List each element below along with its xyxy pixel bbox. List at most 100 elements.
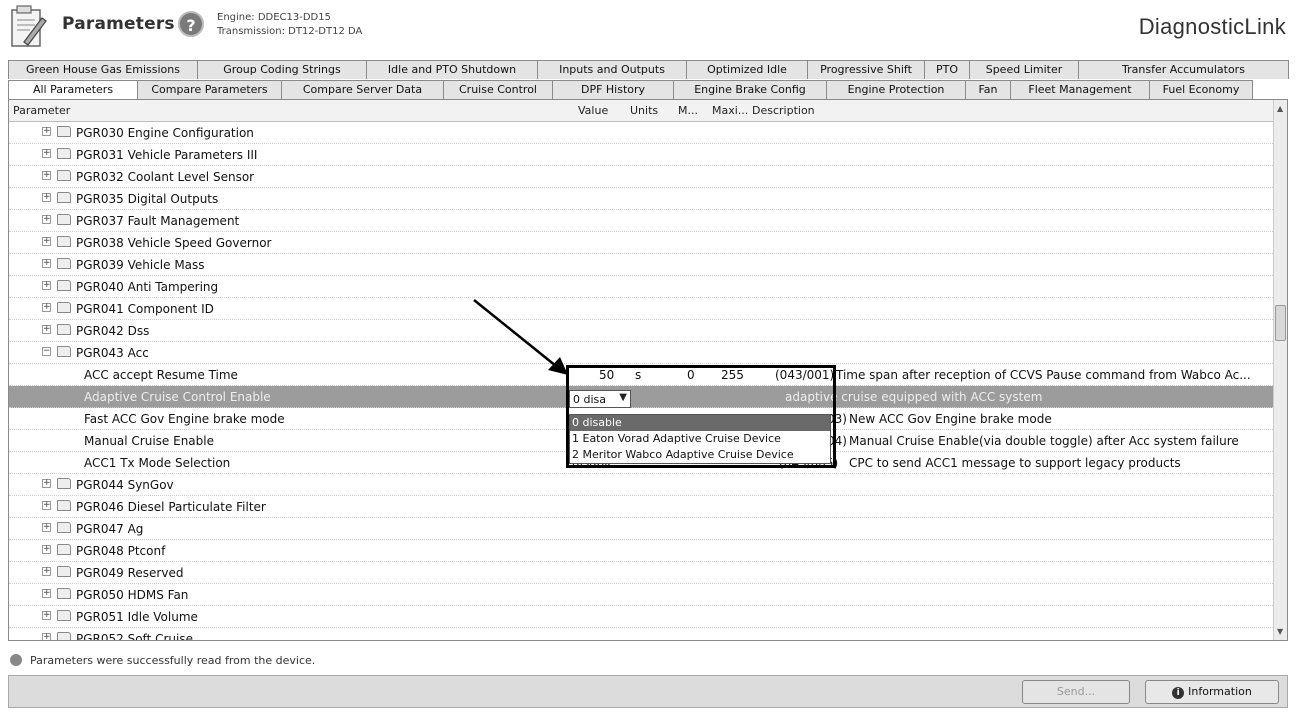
- group-row[interactable]: + PGR040 Anti Tampering: [9, 276, 1275, 298]
- expand-icon[interactable]: +: [42, 633, 51, 640]
- param-row[interactable]: ACC accept Resume Time 50 s 0 255 (043/0…: [9, 364, 1275, 386]
- group-row[interactable]: + PGR050 HDMS Fan: [9, 584, 1275, 606]
- information-label: Information: [1188, 685, 1252, 698]
- tab-green-house-gas-emissions[interactable]: Green House Gas Emissions: [8, 60, 198, 79]
- group-row[interactable]: + PGR051 Idle Volume: [9, 606, 1275, 628]
- expand-icon[interactable]: +: [42, 127, 51, 136]
- tab-engine-protection[interactable]: Engine Protection: [826, 80, 966, 99]
- tab-progressive-shift[interactable]: Progressive Shift: [807, 60, 925, 79]
- tab-pto[interactable]: PTO: [924, 60, 970, 79]
- expand-icon[interactable]: +: [42, 545, 51, 554]
- expand-icon[interactable]: +: [42, 193, 51, 202]
- group-row[interactable]: + PGR041 Component ID: [9, 298, 1275, 320]
- dropdown-option[interactable]: 1 Eaton Vorad Adaptive Cruise Device: [570, 431, 830, 447]
- group-row[interactable]: + PGR032 Coolant Level Sensor: [9, 166, 1275, 188]
- parameter-grid[interactable]: Parameter Value Units M... Maxi... Descr…: [8, 99, 1288, 641]
- folder-open-icon: [57, 346, 71, 357]
- param-max: 255: [721, 368, 744, 382]
- tab-row-upper: Green House Gas Emissions Group Coding S…: [8, 60, 1289, 79]
- tab-fuel-economy[interactable]: Fuel Economy: [1149, 80, 1253, 99]
- group-row[interactable]: + PGR042 Dss: [9, 320, 1275, 342]
- group-row[interactable]: + PGR030 Engine Configuration: [9, 122, 1275, 144]
- tab-optimized-idle[interactable]: Optimized Idle: [686, 60, 808, 79]
- transmission-label: Transmission: DT12-DT12 DA: [217, 26, 363, 37]
- tab-cruise-control[interactable]: Cruise Control: [443, 80, 553, 99]
- collapse-icon[interactable]: −: [42, 347, 51, 356]
- folder-icon: [57, 324, 71, 335]
- group-row[interactable]: + PGR039 Vehicle Mass: [9, 254, 1275, 276]
- scroll-down-arrow-icon[interactable]: ▼: [1277, 627, 1283, 636]
- expand-icon[interactable]: +: [42, 325, 51, 334]
- group-name: PGR043 Acc: [76, 346, 149, 360]
- expand-icon[interactable]: +: [42, 259, 51, 268]
- information-button[interactable]: i Information: [1145, 680, 1279, 704]
- tab-speed-limiter[interactable]: Speed Limiter: [969, 60, 1079, 79]
- column-header-value[interactable]: Value: [578, 104, 608, 117]
- group-name: PGR046 Diesel Particulate Filter: [76, 500, 266, 514]
- column-header-units[interactable]: Units: [630, 104, 658, 117]
- column-header-description[interactable]: Description: [752, 104, 815, 117]
- scroll-thumb[interactable]: [1275, 305, 1286, 341]
- help-icon[interactable]: ?: [178, 11, 204, 37]
- adaptive-cruise-select[interactable]: 0 disa ▼: [569, 390, 631, 408]
- folder-icon: [57, 148, 71, 159]
- tab-inputs-and-outputs[interactable]: Inputs and Outputs: [537, 60, 687, 79]
- group-name: PGR030 Engine Configuration: [76, 126, 254, 140]
- expand-icon[interactable]: +: [42, 171, 51, 180]
- tab-dpf-history[interactable]: DPF History: [552, 80, 674, 99]
- group-row[interactable]: + PGR046 Diesel Particulate Filter: [9, 496, 1275, 518]
- chevron-down-icon[interactable]: ▼: [619, 392, 627, 403]
- group-row-expanded[interactable]: − PGR043 Acc: [9, 342, 1275, 364]
- expand-icon[interactable]: +: [42, 589, 51, 598]
- column-header-parameter[interactable]: Parameter: [13, 104, 70, 117]
- expand-icon[interactable]: +: [42, 611, 51, 620]
- folder-icon: [57, 236, 71, 247]
- group-name: PGR032 Coolant Level Sensor: [76, 170, 255, 184]
- engine-label: Engine: DDEC13-DD15: [217, 12, 331, 23]
- group-row[interactable]: + PGR047 Ag: [9, 518, 1275, 540]
- expand-icon[interactable]: +: [42, 479, 51, 488]
- folder-icon: [57, 566, 71, 577]
- expand-icon[interactable]: +: [42, 281, 51, 290]
- tab-fleet-management[interactable]: Fleet Management: [1010, 80, 1150, 99]
- group-name: PGR039 Vehicle Mass: [76, 258, 205, 272]
- folder-icon: [57, 170, 71, 181]
- status-bar: Parameters were successfully read from t…: [10, 654, 315, 667]
- group-row[interactable]: + PGR031 Vehicle Parameters III: [9, 144, 1275, 166]
- expand-icon[interactable]: +: [42, 215, 51, 224]
- group-row[interactable]: + PGR037 Fault Management: [9, 210, 1275, 232]
- expand-icon[interactable]: +: [42, 501, 51, 510]
- expand-icon[interactable]: +: [42, 149, 51, 158]
- group-row[interactable]: + PGR044 SynGov: [9, 474, 1275, 496]
- tab-group-coding-strings[interactable]: Group Coding Strings: [197, 60, 367, 79]
- column-header-min[interactable]: M...: [678, 104, 698, 117]
- send-button[interactable]: Send...: [1022, 680, 1130, 704]
- dropdown-options: 0 disable 1 Eaton Vorad Adaptive Cruise …: [569, 414, 831, 464]
- scroll-up-arrow-icon[interactable]: ▲: [1277, 104, 1283, 113]
- group-row[interactable]: + PGR038 Vehicle Speed Governor: [9, 232, 1275, 254]
- expand-icon[interactable]: +: [42, 303, 51, 312]
- dropdown-option[interactable]: 2 Meritor Wabco Adaptive Cruise Device: [570, 447, 830, 463]
- tab-fan[interactable]: Fan: [965, 80, 1011, 99]
- tab-compare-server-data[interactable]: Compare Server Data: [281, 80, 444, 99]
- group-row[interactable]: + PGR049 Reserved: [9, 562, 1275, 584]
- group-row[interactable]: + PGR048 Ptconf: [9, 540, 1275, 562]
- expand-icon[interactable]: +: [42, 237, 51, 246]
- tab-idle-and-pto-shutdown[interactable]: Idle and PTO Shutdown: [366, 60, 538, 79]
- vertical-scrollbar[interactable]: ▲ ▼: [1273, 100, 1287, 640]
- param-value[interactable]: 50: [599, 368, 614, 382]
- folder-icon: [57, 588, 71, 599]
- dropdown-option[interactable]: 0 disable: [570, 415, 830, 431]
- param-name: Manual Cruise Enable: [84, 434, 214, 448]
- tab-transfer-accumulators[interactable]: Transfer Accumulators: [1078, 60, 1289, 79]
- tab-engine-brake-config[interactable]: Engine Brake Config: [673, 80, 827, 99]
- column-header-max[interactable]: Maxi...: [712, 104, 748, 117]
- tab-compare-parameters[interactable]: Compare Parameters: [137, 80, 282, 99]
- folder-icon: [57, 478, 71, 489]
- group-row[interactable]: + PGR052 Soft Cruise: [9, 628, 1275, 640]
- group-row[interactable]: + PGR035 Digital Outputs: [9, 188, 1275, 210]
- expand-icon[interactable]: +: [42, 523, 51, 532]
- param-row-selected[interactable]: Adaptive Cruise Control Enable adaptive …: [9, 386, 1275, 408]
- tab-all-parameters[interactable]: All Parameters: [8, 80, 138, 100]
- expand-icon[interactable]: +: [42, 567, 51, 576]
